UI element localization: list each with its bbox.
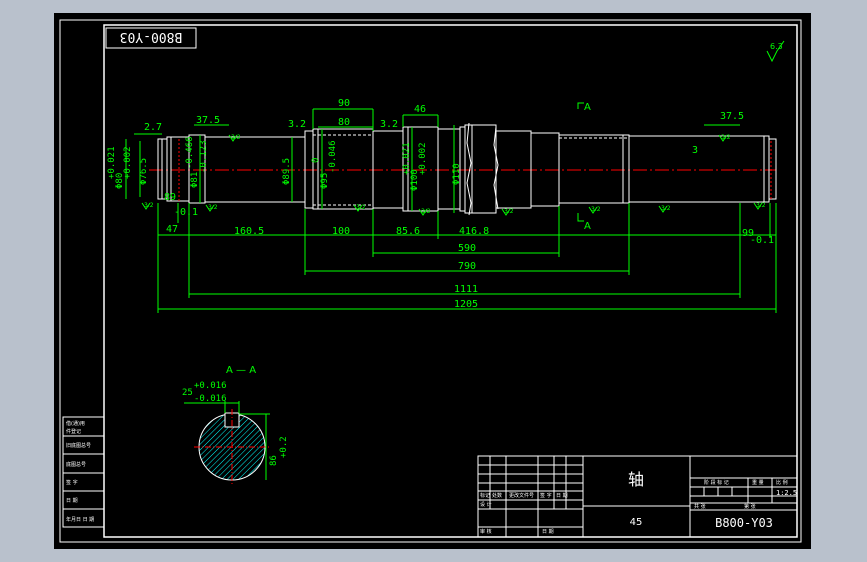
section-mark-top: A — [584, 102, 591, 113]
dim-46: 46 — [414, 104, 426, 115]
left-row-6: 年月日 日 期 — [66, 516, 94, 523]
dim-160-5: 160.5 — [234, 226, 264, 237]
d-81-tol: -0.123 — [199, 140, 209, 173]
drawing-frame: B800-Y03 6.3 2.7 37.5 3.2 90 80 3.2 46 3… — [54, 13, 811, 549]
groove-left: 89 — [164, 192, 176, 203]
left-row-2: 旧底图总号 — [66, 442, 91, 449]
dim-590: 590 — [458, 243, 476, 254]
d-110: Φ110 — [452, 163, 462, 185]
tb-header-3: 签 字 — [540, 492, 552, 499]
key-tol-dn: -0.016 — [194, 394, 227, 404]
section-mark-bottom: A — [584, 221, 591, 232]
dim-3-2-b: 3.2 — [380, 119, 398, 130]
key-width: 25 — [182, 388, 193, 398]
svg-text:3.2: 3.2 — [591, 206, 601, 213]
tb-sheets-total: 共 张 — [694, 503, 706, 510]
left-row-3: 底图总号 — [66, 461, 86, 468]
svg-text:3.2: 3.2 — [231, 134, 241, 141]
dimension-text: 2.7 37.5 3.2 90 80 3.2 46 37.5 3 47 160.… — [144, 98, 774, 310]
cad-drawing: B800-Y03 6.3 2.7 37.5 3.2 90 80 3.2 46 3… — [59, 19, 802, 543]
d-95-tol: -0.046 — [328, 140, 338, 173]
d-76-5: Φ76.5 — [139, 158, 149, 185]
dim-37-5-right: 37.5 — [720, 111, 744, 122]
dimension-lines — [125, 102, 777, 313]
groove-left-tol: -0.1 — [174, 207, 198, 218]
dim-1111: 1111 — [454, 284, 478, 295]
d-81: Φ81 — [190, 172, 200, 188]
dim-790: 790 — [458, 261, 476, 272]
d-100-tol-up: +0.021 — [402, 142, 412, 175]
dim-3-right: 3 — [692, 145, 698, 156]
left-row-0: 借(通)用 — [66, 420, 85, 427]
dim-1205: 1205 — [454, 299, 478, 310]
section-title: A — A — [226, 365, 256, 376]
dim-2-7: 2.7 — [144, 122, 162, 133]
tb-stage: 阶 段 标 记 — [704, 479, 729, 486]
part-name: 轴 — [628, 470, 644, 489]
roughness-corner-value: 6.3 — [770, 42, 783, 51]
d-80-tol-dn: +0.002 — [123, 146, 133, 179]
tb-header-0: 标记 — [480, 492, 490, 499]
drawing-code: B800-Y03 — [715, 516, 773, 530]
svg-text:3.2: 3.2 — [208, 204, 218, 211]
d-100-tol-dn: +0.002 — [418, 142, 428, 175]
svg-text:3.2: 3.2 — [356, 204, 366, 211]
svg-text:3.2: 3.2 — [504, 208, 514, 215]
dim-90: 90 — [338, 98, 350, 109]
dim-416-8: 416.8 — [459, 226, 489, 237]
d-80-tol-up: +0.021 — [107, 146, 117, 179]
d-89-5: Φ89.5 — [282, 158, 292, 185]
tb-header-1: 处数 — [492, 492, 502, 499]
key-depth-tol: +0.2 — [279, 436, 289, 458]
tb-date: 日 期 — [542, 529, 554, 535]
tb-scale: 1:2.5 — [776, 489, 797, 497]
tb-review: 审 核 — [480, 528, 492, 535]
dim-100: 100 — [332, 226, 350, 237]
break-line-left — [466, 122, 472, 216]
tb-sheet-no: 第 张 — [744, 503, 756, 510]
left-row-5: 日 期 — [66, 498, 78, 504]
svg-text:3.2: 3.2 — [421, 208, 431, 215]
d-95-tol2: 0 — [311, 158, 321, 163]
svg-text:3.2: 3.2 — [721, 134, 731, 141]
tb-scale-label: 比 例 — [776, 479, 788, 486]
dim-37-5-left: 37.5 — [196, 115, 220, 126]
dim-85-6: 85.6 — [396, 226, 420, 237]
tb-header-4: 日 期 — [556, 493, 568, 499]
tb-header-2: 更改文件号 — [509, 492, 534, 499]
d-95: Φ95 — [320, 173, 330, 189]
mirrored-code: B800-Y03 — [120, 29, 183, 44]
diameter-text: Φ80 +0.021 +0.002 Φ76.5 Φ81 -0.123 -0.46… — [107, 136, 462, 191]
dim-47: 47 — [166, 224, 178, 235]
key-tol-up: +0.016 — [194, 381, 227, 391]
left-row-4: 签 字 — [66, 479, 78, 486]
dim-80: 80 — [338, 117, 350, 128]
groove-right-tol: -0.1 — [750, 235, 774, 246]
material: 45 — [630, 517, 643, 528]
left-row-1: 件登记 — [66, 428, 81, 435]
d-81-tol2: -0.466 — [185, 136, 195, 169]
svg-text:3.2: 3.2 — [144, 202, 154, 209]
key-depth: 86 — [269, 455, 279, 466]
dim-3-2-a: 3.2 — [288, 119, 306, 130]
tb-weight: 重 量 — [752, 479, 764, 486]
svg-text:3.2: 3.2 — [756, 202, 766, 209]
tb-design: 设 计 — [480, 501, 492, 508]
svg-text:3.2: 3.2 — [661, 205, 671, 212]
